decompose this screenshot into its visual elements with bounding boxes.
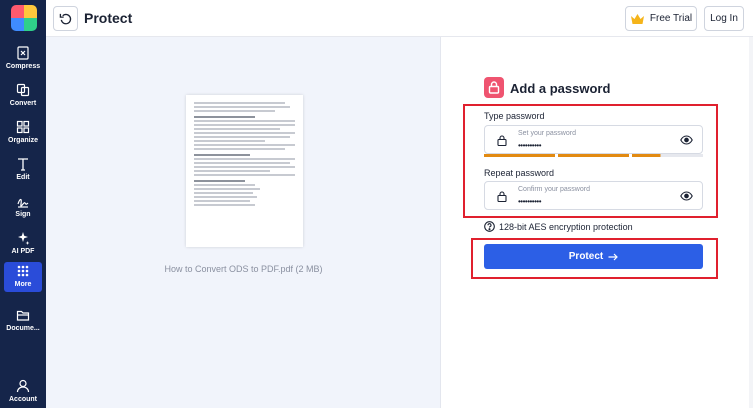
lock-icon xyxy=(497,191,507,202)
sidebar-item-label: More xyxy=(14,281,32,288)
password-value: •••••••••• xyxy=(518,141,542,150)
compress-icon xyxy=(17,46,29,60)
password-panel: Add a password Type password Set your pa… xyxy=(441,37,753,408)
confirm-password-value: •••••••••• xyxy=(518,197,542,206)
sidebar-item-label: Sign xyxy=(15,211,31,218)
confirm-password-placeholder: Confirm your password xyxy=(518,186,590,193)
edit-icon xyxy=(18,158,28,171)
sidebar-item-organize[interactable]: Organize xyxy=(0,118,46,152)
password-strength-meter xyxy=(484,154,703,157)
encryption-info: 128-bit AES encryption protection xyxy=(484,221,633,232)
lock-badge-icon xyxy=(484,77,504,98)
sidebar-item-ai-pdf[interactable]: AI PDF xyxy=(0,229,46,263)
file-name-label: How to Convert ODS to PDF.pdf (2 MB) xyxy=(164,264,323,274)
grid-icon xyxy=(17,265,29,277)
repeat-password-label: Repeat password xyxy=(484,168,555,178)
back-button[interactable] xyxy=(53,6,78,31)
sidebar-item-label: AI PDF xyxy=(11,248,35,255)
sidebar-item-label: Convert xyxy=(9,100,37,107)
sidebar-item-documents[interactable]: Docume... xyxy=(0,306,46,340)
eye-icon[interactable] xyxy=(680,135,693,145)
protect-button[interactable]: Protect xyxy=(484,244,703,269)
sidebar-item-convert[interactable]: Convert xyxy=(0,81,46,115)
app-logo[interactable] xyxy=(11,5,37,31)
encryption-text: 128-bit AES encryption protection xyxy=(499,221,633,232)
lock-icon xyxy=(488,81,500,94)
sidebar-item-label: Organize xyxy=(8,137,38,144)
sidebar: Compress Convert Organize Edit Sign AI P… xyxy=(0,0,46,408)
login-button[interactable]: Log In xyxy=(704,6,744,31)
type-password-label: Type password xyxy=(484,111,545,121)
sidebar-item-label: Docume... xyxy=(6,325,40,332)
folder-icon xyxy=(16,310,30,321)
page-title: Protect xyxy=(84,10,133,26)
sidebar-item-label: Account xyxy=(9,396,37,403)
sidebar-item-account[interactable]: Account xyxy=(0,377,46,408)
sidebar-item-edit[interactable]: Edit xyxy=(0,155,46,189)
password-placeholder: Set your password xyxy=(518,130,576,137)
convert-icon xyxy=(16,83,30,97)
sidebar-item-more[interactable]: More xyxy=(4,262,42,292)
document-thumbnail[interactable] xyxy=(186,95,303,247)
sidebar-item-sign[interactable]: Sign xyxy=(0,192,46,226)
crown-icon xyxy=(630,13,644,24)
lock-icon xyxy=(497,135,507,146)
free-trial-label: Free Trial xyxy=(649,13,693,24)
help-icon[interactable] xyxy=(484,221,495,232)
user-icon xyxy=(16,379,30,393)
panel-title: Add a password xyxy=(510,81,611,96)
top-bar: Protect Free Trial Log In xyxy=(46,0,753,37)
eye-icon[interactable] xyxy=(680,191,693,201)
free-trial-button[interactable]: Free Trial xyxy=(625,6,697,31)
arrow-right-icon xyxy=(608,253,619,260)
sparkle-icon xyxy=(18,232,30,245)
sidebar-item-label: Compress xyxy=(5,63,41,70)
organize-icon xyxy=(16,120,30,134)
sign-icon xyxy=(17,198,29,208)
document-preview-pane: How to Convert ODS to PDF.pdf (2 MB) xyxy=(46,37,441,408)
sidebar-item-compress[interactable]: Compress xyxy=(0,44,46,78)
confirm-password-field[interactable]: Confirm your password •••••••••• xyxy=(484,181,703,210)
protect-button-label: Protect xyxy=(568,251,604,262)
sidebar-item-label: Edit xyxy=(16,174,30,181)
password-field[interactable]: Set your password •••••••••• xyxy=(484,125,703,154)
undo-icon xyxy=(59,13,72,25)
scrollbar[interactable] xyxy=(749,37,753,408)
